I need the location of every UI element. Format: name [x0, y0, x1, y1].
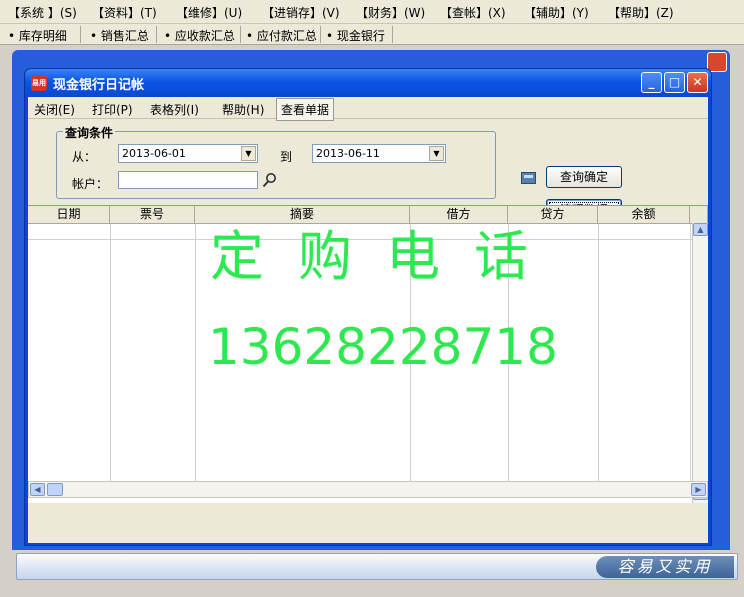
app-logo-icon: 易用 — [31, 75, 47, 91]
from-date-select[interactable]: 2013-06-01 ▼ — [118, 144, 258, 163]
account-label: 帐户： — [72, 177, 109, 191]
column-header-filler — [690, 206, 708, 224]
cash-bank-journal-window: 易用 现金银行日记帐 _ □ ✕ 关闭(E) 打印(P) 表格列(I) 帮助(H… — [24, 68, 712, 546]
parent-close-button[interactable] — [707, 52, 727, 72]
watermark-order-phone-label: 定购电话 — [210, 225, 562, 288]
column-divider — [195, 224, 196, 494]
window-menubar: 关闭(E) 打印(P) 表格列(I) 帮助(H) 查看单据 — [28, 97, 708, 121]
scroll-thumb[interactable] — [47, 483, 63, 496]
window-title: 现金银行日记帐 — [53, 78, 145, 93]
quick-receivable-summary[interactable]: • 应收款汇总 — [164, 27, 235, 44]
menu-inventory[interactable]: 【进销存】(V) — [262, 4, 340, 21]
watermark-phone-number: 13628228718 — [208, 318, 558, 376]
column-header-ticket-no[interactable]: 票号 — [110, 206, 195, 224]
scroll-up-arrow-icon[interactable]: ▲ — [693, 223, 708, 236]
menu-assist[interactable]: 【辅助】(Y) — [524, 4, 589, 21]
toolbar-separator — [320, 26, 321, 43]
search-icon[interactable] — [262, 172, 278, 188]
menu-window-help[interactable]: 帮助(H) — [222, 101, 264, 118]
toolbar-separator — [80, 26, 81, 43]
to-date-value: 2013-06-11 — [316, 147, 380, 160]
menu-print[interactable]: 打印(P) — [92, 101, 133, 118]
menu-close[interactable]: 关闭(E) — [34, 101, 75, 118]
minimize-button[interactable]: _ — [641, 72, 662, 93]
scroll-right-arrow-icon[interactable]: ▶ — [691, 483, 706, 496]
column-divider — [598, 224, 599, 494]
horizontal-scrollbar[interactable]: ◀ ▶ — [28, 481, 708, 498]
quick-cash-bank[interactable]: • 现金银行 — [326, 27, 385, 44]
menu-audit[interactable]: 【查帐】(X) — [440, 4, 506, 21]
column-header-date[interactable]: 日期 — [28, 206, 110, 224]
column-header-balance[interactable]: 余额 — [598, 206, 690, 224]
scroll-left-arrow-icon[interactable]: ◀ — [30, 483, 45, 496]
close-button[interactable]: ✕ — [687, 72, 708, 93]
from-date-value: 2013-06-01 — [122, 147, 186, 160]
calculator-icon — [521, 172, 536, 184]
quick-payable-summary[interactable]: • 应付款汇总 — [246, 27, 317, 44]
maximize-button[interactable]: □ — [664, 72, 685, 93]
toolbar-separator — [392, 26, 393, 43]
menu-view-document[interactable]: 查看单据 — [276, 98, 335, 121]
menu-table-columns[interactable]: 表格列(I) — [150, 101, 199, 118]
vertical-scrollbar[interactable]: ▲ ▼ — [692, 223, 708, 503]
to-date-select[interactable]: 2013-06-11 ▼ — [312, 144, 446, 163]
query-confirm-button[interactable]: 查询确定 — [546, 166, 622, 188]
menu-repair[interactable]: 【维修】(U) — [176, 4, 242, 21]
query-conditions-legend: 查询条件 — [63, 124, 116, 141]
to-label: 到 — [280, 150, 293, 164]
menu-finance[interactable]: 【财务】(W) — [356, 4, 425, 21]
quick-toolbar: • 库存明细 • 销售汇总 • 应收款汇总 • 应付款汇总 • 现金银行 — [0, 24, 744, 45]
toolbar-separator — [240, 26, 241, 43]
from-label: 从： — [72, 150, 97, 164]
brand-slogan: 容易又实用 — [596, 556, 734, 578]
chevron-down-icon[interactable]: ▼ — [241, 146, 256, 161]
title-bar[interactable]: 易用 现金银行日记帐 _ □ ✕ — [25, 69, 711, 97]
chevron-down-icon[interactable]: ▼ — [429, 146, 444, 161]
column-divider — [110, 224, 111, 494]
quick-inventory-detail[interactable]: • 库存明细 — [8, 27, 67, 44]
quick-sales-summary[interactable]: • 销售汇总 — [90, 27, 149, 44]
menu-system[interactable]: 【系统 】(S) — [8, 4, 77, 21]
menu-data[interactable]: 【资料】(T) — [92, 4, 157, 21]
account-input[interactable] — [118, 171, 258, 189]
menu-help[interactable]: 【帮助】(Z) — [608, 4, 674, 21]
column-divider — [690, 224, 691, 494]
toolbar-separator — [156, 26, 157, 43]
main-menubar: 【系统 】(S) 【资料】(T) 【维修】(U) 【进销存】(V) 【财务】(W… — [0, 0, 744, 24]
